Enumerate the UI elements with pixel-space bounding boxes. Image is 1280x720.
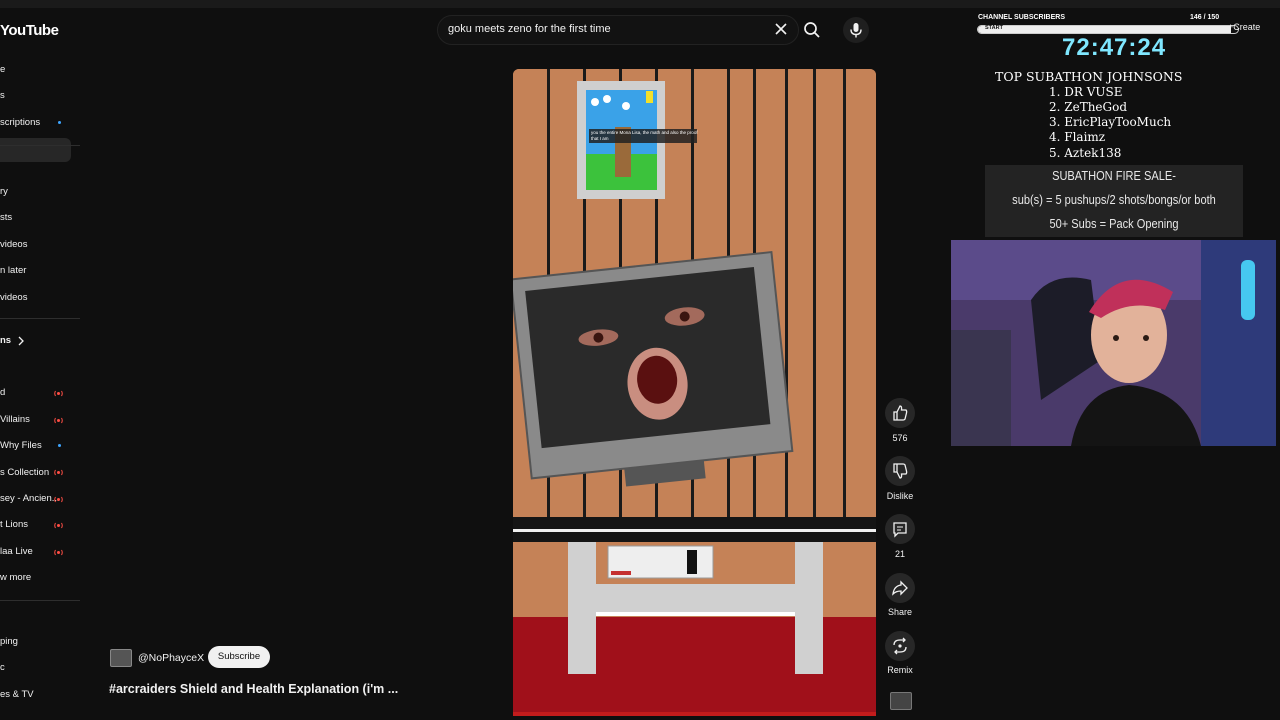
search-input[interactable]: goku meets zeno for the first time bbox=[448, 23, 611, 35]
channel-name[interactable]: @NoPhayceX bbox=[138, 652, 204, 664]
sidebar-item-playlists[interactable]: sts bbox=[0, 212, 12, 223]
top-supporter-row: 4. Flaimz bbox=[1049, 130, 1106, 144]
sound-avatar[interactable] bbox=[890, 692, 912, 710]
sidebar-selected-highlight bbox=[0, 138, 71, 162]
sidebar-item-home[interactable]: e bbox=[0, 64, 5, 75]
chevron-right-icon[interactable] bbox=[17, 336, 25, 346]
subgoal-progress-bar bbox=[977, 25, 1239, 34]
video-frame bbox=[513, 69, 876, 716]
sidebar-item-movies-tv[interactable]: es & TV bbox=[0, 689, 34, 700]
sidebar-section-subscriptions[interactable]: ns bbox=[0, 335, 11, 346]
dislike-button[interactable] bbox=[885, 456, 915, 486]
like-button[interactable] bbox=[885, 398, 915, 428]
sidebar-channel-item[interactable]: laa Live bbox=[0, 546, 33, 557]
sidebar-channel-item[interactable]: t Lions bbox=[0, 519, 28, 530]
video-progress-bar[interactable] bbox=[513, 712, 876, 716]
sidebar-channel-item[interactable]: Villains bbox=[0, 414, 30, 425]
sidebar-item-subscriptions[interactable]: scriptions bbox=[0, 117, 40, 128]
embedded-caption: you the entire Mona Lisa, the math and a… bbox=[591, 130, 698, 141]
sidebar-channel-item[interactable]: d bbox=[0, 387, 5, 398]
comments-button[interactable] bbox=[885, 514, 915, 544]
shorts-video-player[interactable]: you the entire Mona Lisa, the math and a… bbox=[513, 69, 876, 716]
new-content-dot bbox=[58, 121, 61, 124]
subgoal-count: 146 / 150 bbox=[1190, 14, 1220, 21]
channel-avatar[interactable] bbox=[110, 649, 132, 667]
share-button[interactable] bbox=[885, 573, 915, 603]
comment-count: 21 bbox=[894, 549, 905, 559]
sidebar-show-more[interactable]: w more bbox=[0, 572, 31, 583]
clear-search-icon[interactable] bbox=[772, 20, 790, 38]
remix-icon bbox=[893, 637, 907, 655]
top-supporter-row: 5. Aztek138 bbox=[1049, 146, 1122, 160]
fire-sale-line: 50+ Subs = Pack Opening bbox=[1049, 216, 1179, 231]
sidebar-divider bbox=[0, 600, 80, 601]
sidebar-item-music[interactable]: c bbox=[0, 662, 5, 673]
top-supporter-row: 1. DR VUSE bbox=[1049, 85, 1123, 99]
subgoal-progress-fill bbox=[978, 26, 1231, 33]
sidebar-channel-item[interactable]: Why Files bbox=[0, 440, 42, 451]
voice-search-button[interactable] bbox=[843, 17, 869, 43]
fire-sale-line: sub(s) = 5 pushups/2 shots/bongs/or both bbox=[1012, 192, 1216, 207]
live-icon bbox=[54, 549, 63, 556]
subathon-timer: 72:47:24 bbox=[1062, 34, 1167, 61]
subgoal-label: CHANNEL SUBSCRIBERS bbox=[978, 14, 1065, 21]
youtube-logo[interactable]: YouTube bbox=[0, 22, 59, 39]
create-label: Create bbox=[1233, 22, 1261, 32]
top-supporter-row: 3. EricPlayTooMuch bbox=[1049, 115, 1172, 129]
share-icon bbox=[892, 580, 908, 596]
sidebar-channel-item[interactable]: sey - Ancien... bbox=[0, 493, 60, 504]
webcam-image bbox=[951, 240, 1276, 446]
sidebar-item-history[interactable]: ry bbox=[0, 186, 8, 197]
share-label: Share bbox=[887, 607, 913, 617]
fire-sale-line: SUBATHON FIRE SALE- bbox=[1052, 168, 1176, 183]
top-supporters-title: TOP SUBATHON JOHNSONS bbox=[995, 69, 1183, 84]
live-icon bbox=[54, 390, 63, 397]
sidebar-channel-item[interactable]: s Collection bbox=[0, 467, 49, 478]
live-icon bbox=[54, 417, 63, 424]
remix-button[interactable] bbox=[885, 631, 915, 661]
sidebar-item-watch-later[interactable]: n later bbox=[0, 265, 26, 276]
sidebar-divider bbox=[0, 145, 80, 146]
sidebar-divider bbox=[0, 318, 80, 319]
webcam-feed bbox=[951, 240, 1276, 446]
new-content-dot bbox=[58, 444, 61, 447]
top-supporter-row: 2. ZeTheGod bbox=[1049, 100, 1128, 114]
sidebar-item-shorts[interactable]: s bbox=[0, 90, 5, 101]
like-count: 576 bbox=[892, 433, 908, 443]
sidebar-item-your-videos[interactable]: videos bbox=[0, 239, 27, 250]
sidebar-item-liked-videos[interactable]: videos bbox=[0, 292, 27, 303]
browser-top-strip bbox=[0, 0, 1280, 8]
microphone-icon bbox=[850, 23, 862, 38]
search-icon[interactable] bbox=[800, 18, 824, 42]
subscribe-button[interactable]: Subscribe bbox=[208, 646, 270, 668]
create-button[interactable]: +Create bbox=[1228, 22, 1260, 32]
short-title[interactable]: #arcraiders Shield and Health Explanatio… bbox=[109, 682, 398, 696]
thumbs-up-icon bbox=[893, 405, 908, 421]
dislike-label: Dislike bbox=[886, 491, 914, 501]
live-icon bbox=[54, 496, 63, 503]
remix-label: Remix bbox=[887, 665, 913, 675]
live-icon bbox=[54, 469, 63, 476]
thumbs-down-icon bbox=[893, 463, 908, 479]
live-icon bbox=[54, 522, 63, 529]
sidebar-item-shopping[interactable]: ping bbox=[0, 636, 18, 647]
sidebar: e s scriptions ry sts videos n later vid… bbox=[0, 55, 82, 720]
comment-icon bbox=[893, 522, 907, 538]
subgoal-start-label: START bbox=[985, 25, 1003, 31]
